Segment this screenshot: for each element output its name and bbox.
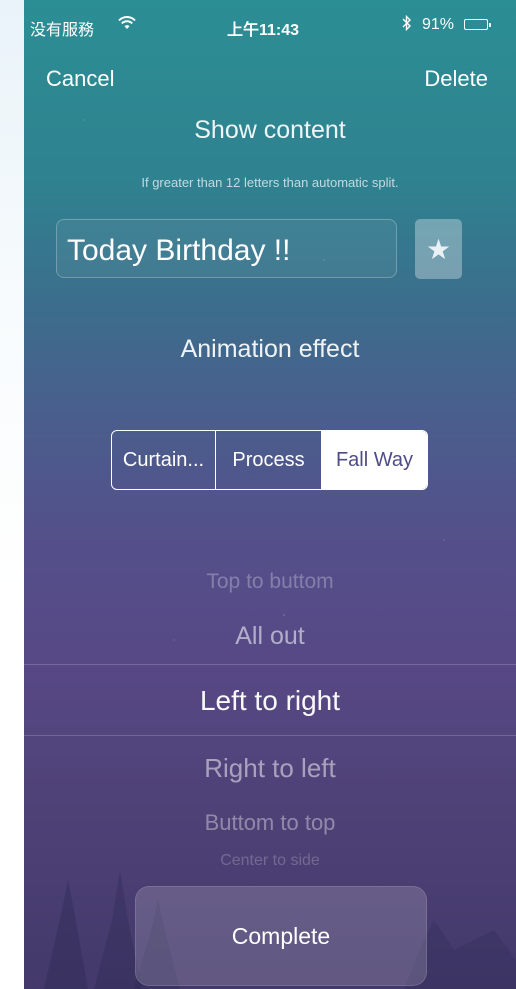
picker-selection-line-bottom (24, 735, 516, 736)
picker-item-bottom-to-top[interactable]: Buttom to top (24, 810, 516, 836)
picker-item-right-to-left[interactable]: Right to left (24, 753, 516, 784)
picker-item-center-to-side[interactable]: Center to side (24, 852, 516, 870)
battery-icon (464, 19, 491, 30)
bluetooth-icon (402, 14, 412, 36)
animation-effect-title: Animation effect (180, 335, 360, 363)
animation-direction-picker[interactable]: Top to buttom All out Left to right Righ… (24, 560, 516, 890)
delete-button[interactable]: Delete (424, 66, 488, 92)
star-button[interactable]: ★ (415, 219, 462, 279)
picker-item-all-out[interactable]: All out (24, 622, 516, 651)
left-decoration (0, 0, 24, 989)
battery-percent: 91% (422, 16, 455, 33)
phone-screen: 没有服務 上午11:43 91% Cancel Delete Show cont… (24, 0, 516, 989)
segment-fall-way[interactable]: Fall Way (322, 431, 427, 489)
picker-item-top-to-bottom[interactable]: Top to buttom (24, 570, 516, 594)
segment-process[interactable]: Process (216, 431, 322, 489)
cancel-button[interactable]: Cancel (46, 66, 114, 92)
complete-button[interactable]: Complete (135, 886, 427, 986)
picker-selection-line-top (24, 664, 516, 665)
content-text-field[interactable]: Today Birthday !! (56, 219, 397, 278)
picker-item-left-to-right[interactable]: Left to right (24, 685, 516, 717)
segment-curtain[interactable]: Curtain... (112, 431, 216, 489)
split-hint: If greater than 12 letters than automati… (141, 175, 399, 190)
show-content-title: Show content (194, 116, 346, 144)
star-icon: ★ (425, 233, 452, 265)
status-bar: 没有服務 上午11:43 91% (24, 0, 516, 44)
animation-segmented-control: Curtain... Process Fall Way (111, 430, 428, 490)
wifi-icon (118, 14, 136, 35)
status-time: 上午11:43 (227, 22, 300, 39)
carrier-label: 没有服務 (30, 22, 95, 39)
